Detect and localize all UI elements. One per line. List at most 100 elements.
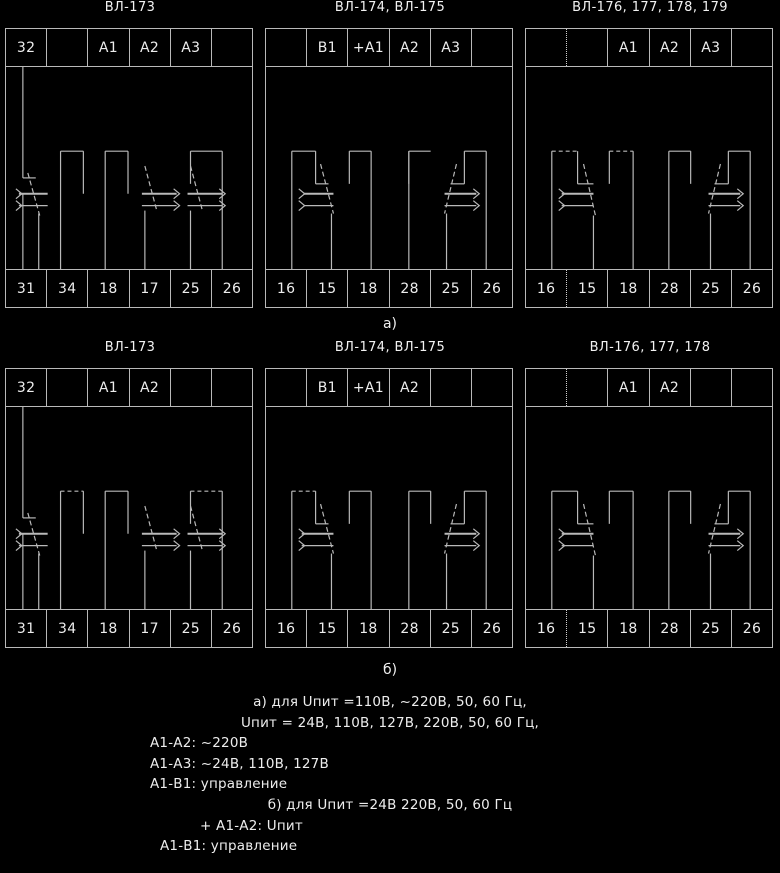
note-line-7: + А1-А2: Uпит bbox=[200, 817, 303, 834]
terminal-cell[interactable]: 26 bbox=[732, 610, 772, 647]
panel-vl176-b: ВЛ-176, 177, 178 A1 A2 16 15 18 28 25 26 bbox=[525, 340, 775, 660]
terminal-cell[interactable] bbox=[732, 29, 772, 66]
terminal-cell[interactable]: 16 bbox=[266, 270, 308, 307]
terminal-cell[interactable] bbox=[567, 369, 609, 406]
terminal-cell[interactable]: 18 bbox=[348, 610, 390, 647]
terminal-cell[interactable]: B1 bbox=[307, 29, 349, 66]
terminal-block: 32 A1 A2 31 34 18 17 25 26 bbox=[5, 368, 253, 648]
terminal-cell[interactable]: A2 bbox=[650, 29, 691, 66]
terminal-cell[interactable] bbox=[567, 29, 609, 66]
panel-title: ВЛ-176, 177, 178 bbox=[589, 340, 711, 355]
terminal-cell[interactable]: 25 bbox=[431, 610, 472, 647]
terminal-cell[interactable]: 18 bbox=[608, 610, 650, 647]
terminal-cell[interactable]: 16 bbox=[526, 270, 568, 307]
terminal-cell[interactable] bbox=[266, 369, 308, 406]
contact-schematic-vl176 bbox=[526, 67, 772, 269]
terminal-cell[interactable]: 28 bbox=[390, 270, 431, 307]
terminal-cell[interactable]: +A1 bbox=[348, 369, 390, 406]
terminal-cell[interactable]: B1 bbox=[307, 369, 349, 406]
panel-vl173-a: ВЛ-173 32 A1 A2 A3 31 34 18 17 25 26 bbox=[5, 0, 255, 320]
terminal-cell[interactable]: A2 bbox=[390, 29, 431, 66]
top-terminal-strip: 32 A1 A2 A3 bbox=[6, 29, 252, 67]
terminal-cell[interactable]: 34 bbox=[47, 270, 89, 307]
terminal-cell[interactable]: 32 bbox=[6, 29, 48, 66]
terminal-cell[interactable]: 15 bbox=[307, 610, 349, 647]
panel-vl176-a: ВЛ-176, 177, 178, 179 A1 A2 A3 16 15 18 … bbox=[525, 0, 775, 320]
row-caption-b: б) bbox=[382, 662, 398, 678]
terminal-cell[interactable]: 25 bbox=[171, 610, 212, 647]
contact-schematic-vl173 bbox=[6, 407, 252, 609]
terminal-cell[interactable] bbox=[212, 29, 252, 66]
terminal-cell[interactable]: 15 bbox=[307, 270, 349, 307]
terminal-cell[interactable] bbox=[691, 369, 732, 406]
terminal-cell[interactable] bbox=[472, 369, 512, 406]
terminal-cell[interactable] bbox=[732, 369, 772, 406]
terminal-cell[interactable]: 26 bbox=[212, 270, 252, 307]
top-terminal-strip: B1 +A1 A2 bbox=[266, 369, 512, 407]
terminal-cell[interactable]: 15 bbox=[567, 610, 609, 647]
terminal-cell[interactable]: 18 bbox=[608, 270, 650, 307]
terminal-cell[interactable] bbox=[171, 369, 212, 406]
terminal-cell[interactable]: A3 bbox=[171, 29, 212, 66]
terminal-block: 32 A1 A2 A3 31 34 18 17 25 26 bbox=[5, 28, 253, 308]
terminal-cell[interactable] bbox=[47, 369, 89, 406]
terminal-cell[interactable]: 18 bbox=[88, 270, 130, 307]
terminal-cell[interactable]: A1 bbox=[608, 369, 650, 406]
panel-title: ВЛ-173 bbox=[104, 340, 156, 355]
terminal-cell[interactable]: 34 bbox=[47, 610, 89, 647]
terminal-cell[interactable]: 17 bbox=[130, 610, 171, 647]
contact-schematic-vl174 bbox=[266, 67, 512, 269]
terminal-cell[interactable]: 25 bbox=[691, 270, 732, 307]
terminal-cell[interactable]: 26 bbox=[472, 610, 512, 647]
terminal-cell[interactable]: 28 bbox=[390, 610, 431, 647]
terminal-cell[interactable]: 28 bbox=[650, 270, 691, 307]
terminal-cell[interactable]: A3 bbox=[691, 29, 732, 66]
terminal-block: B1 +A1 A2 16 15 18 28 25 26 bbox=[265, 368, 513, 648]
terminal-cell[interactable]: 15 bbox=[567, 270, 609, 307]
terminal-cell[interactable]: 25 bbox=[431, 270, 472, 307]
terminal-cell[interactable] bbox=[472, 29, 512, 66]
diagram-row-b: ВЛ-173 32 A1 A2 31 34 18 17 25 26 ВЛ-174… bbox=[0, 340, 780, 678]
bottom-terminal-strip: 16 15 18 28 25 26 bbox=[526, 609, 772, 647]
terminal-cell[interactable]: 25 bbox=[691, 610, 732, 647]
terminal-cell[interactable]: 26 bbox=[212, 610, 252, 647]
terminal-cell[interactable]: A2 bbox=[650, 369, 691, 406]
terminal-cell[interactable] bbox=[47, 29, 89, 66]
note-line-1: а) для Uпит =110В, ~220В, 50, 60 Гц, bbox=[253, 694, 527, 710]
terminal-cell[interactable]: 32 bbox=[6, 369, 48, 406]
terminal-cell[interactable]: +A1 bbox=[348, 29, 390, 66]
terminal-cell[interactable]: A2 bbox=[130, 29, 171, 66]
terminal-block: B1 +A1 A2 A3 16 15 18 28 25 26 bbox=[265, 28, 513, 308]
note-line-2: Uпит = 24В, 110В, 127В, 220В, 50, 60 Гц, bbox=[240, 714, 540, 731]
contact-schematic-vl174 bbox=[266, 407, 512, 609]
terminal-cell[interactable] bbox=[431, 369, 472, 406]
terminal-cell[interactable]: A2 bbox=[130, 369, 171, 406]
terminal-cell[interactable]: A1 bbox=[608, 29, 650, 66]
terminal-cell[interactable] bbox=[526, 29, 568, 66]
terminal-cell[interactable]: 16 bbox=[266, 610, 308, 647]
terminal-cell[interactable] bbox=[526, 369, 568, 406]
terminal-cell[interactable]: A1 bbox=[88, 29, 130, 66]
terminal-block: A1 A2 16 15 18 28 25 26 bbox=[525, 368, 773, 648]
terminal-cell[interactable]: A3 bbox=[431, 29, 472, 66]
terminal-cell[interactable]: A2 bbox=[390, 369, 431, 406]
terminal-cell[interactable]: 16 bbox=[526, 610, 568, 647]
terminal-cell[interactable]: A1 bbox=[88, 369, 130, 406]
terminal-cell[interactable]: 26 bbox=[732, 270, 772, 307]
terminal-cell[interactable] bbox=[266, 29, 308, 66]
terminal-cell[interactable] bbox=[212, 369, 252, 406]
panel-vl173-b: ВЛ-173 32 A1 A2 31 34 18 17 25 26 bbox=[5, 340, 255, 660]
terminal-cell[interactable]: 18 bbox=[348, 270, 390, 307]
note-line-6: б) для Uпит =24В 220В, 50, 60 Гц bbox=[267, 796, 513, 813]
terminal-cell[interactable]: 31 bbox=[6, 270, 48, 307]
contact-schematic-vl173 bbox=[6, 67, 252, 269]
schematic-sheet: ВЛ-173 32 A1 A2 A3 31 34 18 17 25 26 ВЛ-… bbox=[0, 0, 780, 873]
bottom-terminal-strip: 16 15 18 28 25 26 bbox=[266, 269, 512, 307]
terminal-cell[interactable]: 25 bbox=[171, 270, 212, 307]
terminal-cell[interactable]: 26 bbox=[472, 270, 512, 307]
terminal-cell[interactable]: 18 bbox=[88, 610, 130, 647]
terminal-cell[interactable]: 31 bbox=[6, 610, 48, 647]
terminal-cell[interactable]: 28 bbox=[650, 610, 691, 647]
terminal-cell[interactable]: 17 bbox=[130, 270, 171, 307]
bottom-terminal-strip: 16 15 18 28 25 26 bbox=[526, 269, 772, 307]
